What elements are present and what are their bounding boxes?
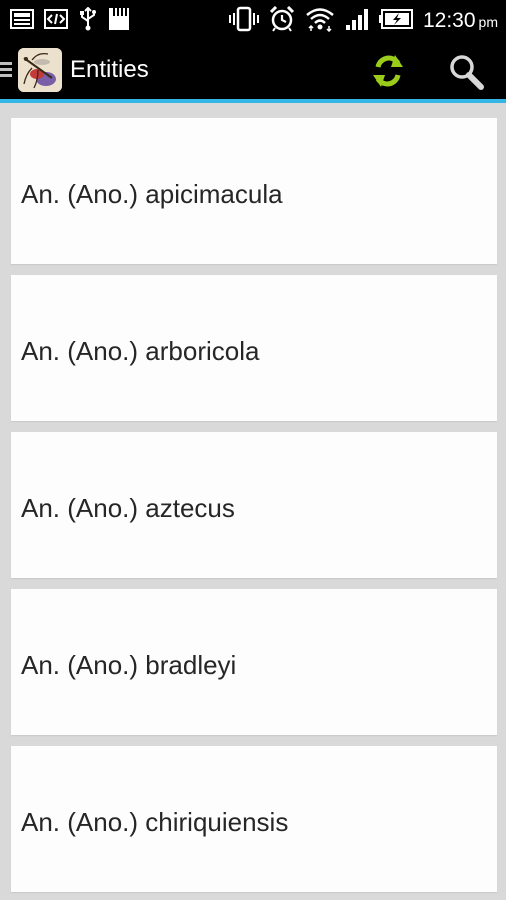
system-status-icons: 12:30 pm [219, 5, 498, 37]
notification-icons [10, 6, 140, 36]
search-icon [450, 55, 484, 90]
entity-label: An. (Ano.) bradleyi [21, 650, 237, 680]
entity-label: An. (Ano.) aztecus [21, 493, 235, 523]
list-item[interactable]: An. (Ano.) arboricola [11, 275, 497, 421]
entity-label: An. (Ano.) arboricola [21, 336, 260, 366]
battery-charging-icon [378, 8, 413, 35]
vibrate-icon [228, 6, 259, 37]
clock-time: 12:30 [422, 9, 476, 32]
entity-label: An. (Ano.) apicimacula [21, 179, 283, 209]
list-item[interactable]: An. (Ano.) chiriquiensis [11, 746, 497, 892]
screen-title: Entities [70, 56, 149, 83]
list-item[interactable]: An. (Ano.) aztecus [11, 432, 497, 578]
drawer-indicator-icon[interactable] [0, 62, 12, 78]
entity-list[interactable]: An. (Ano.) apicimacula An. (Ano.) arbori… [0, 103, 506, 900]
action-bar: Entities [0, 38, 506, 99]
refresh-button[interactable] [368, 51, 408, 91]
wifi-icon [305, 6, 335, 37]
mosquito-app-icon[interactable] [18, 48, 62, 92]
alarm-icon [269, 5, 295, 37]
clock-ampm: pm [478, 14, 498, 30]
gallery-icon [10, 8, 34, 35]
list-item[interactable]: An. (Ano.) bradleyi [11, 589, 497, 735]
status-time: 12:30 pm [423, 8, 498, 35]
code-icon [44, 8, 68, 35]
usb-icon [78, 6, 98, 36]
entity-label: An. (Ano.) chiriquiensis [21, 807, 289, 837]
search-button[interactable] [446, 51, 488, 91]
list-item[interactable]: An. (Ano.) apicimacula [11, 118, 497, 264]
status-bar: 12:30 pm [0, 0, 506, 38]
sd-card-icon [108, 7, 130, 36]
refresh-icon [373, 55, 403, 87]
signal-icon [345, 7, 369, 36]
